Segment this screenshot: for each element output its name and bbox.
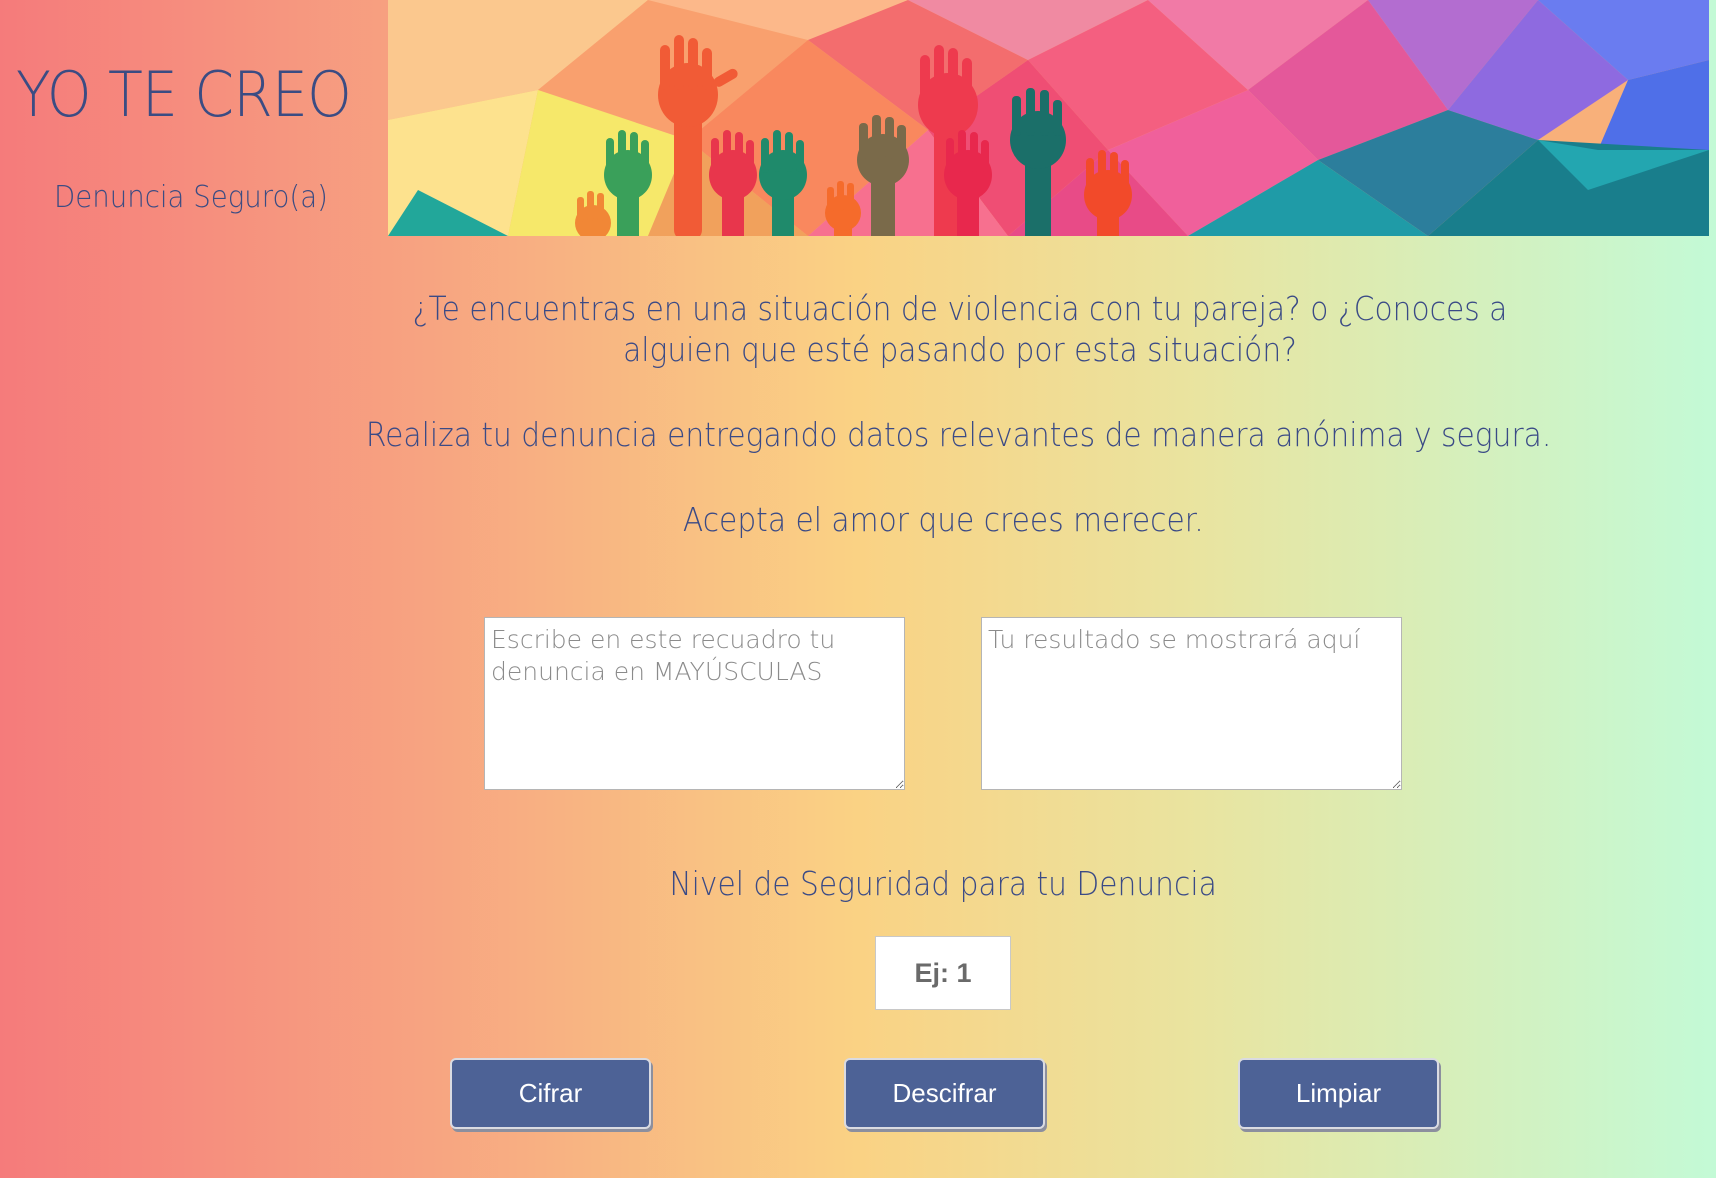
security-level-label: Nivel de Seguridad para tu Denuncia xyxy=(300,864,1587,903)
brand-subtitle: Denuncia Seguro(a) xyxy=(54,180,328,215)
intro-instruction: Realiza tu denuncia entregando datos rel… xyxy=(300,414,1587,455)
intro-question-text: ¿Te encuentras en una situación de viole… xyxy=(412,289,1508,369)
intro-motto: Acepta el amor que crees merecer. xyxy=(300,499,1587,540)
raised-hands-banner xyxy=(388,0,1709,236)
intro-instruction-text: Realiza tu denuncia entregando datos rel… xyxy=(365,415,1552,454)
intro-motto-text: Acepta el amor que crees merecer. xyxy=(683,500,1204,539)
decrypt-button[interactable]: Descifrar xyxy=(846,1060,1043,1127)
encrypt-button[interactable]: Cifrar xyxy=(452,1060,649,1127)
clear-button[interactable]: Limpiar xyxy=(1240,1060,1437,1127)
security-level-input[interactable] xyxy=(875,936,1011,1010)
brand-title: YO TE CREO xyxy=(16,58,352,131)
denuncia-input[interactable] xyxy=(484,617,905,790)
result-output[interactable] xyxy=(981,617,1402,790)
security-level-label-text: Nivel de Seguridad para tu Denuncia xyxy=(669,864,1218,903)
intro-question: ¿Te encuentras en una situación de viole… xyxy=(300,288,1587,370)
